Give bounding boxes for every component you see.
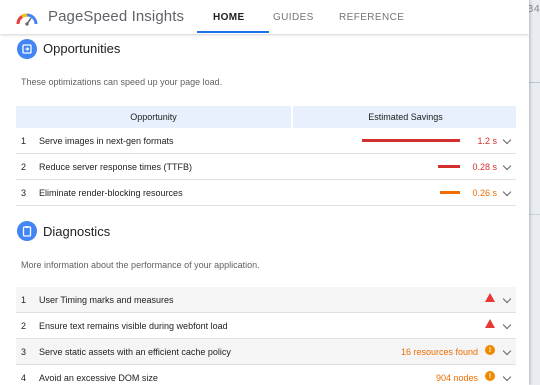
top-app-bar: PageSpeed Insights HOME GUIDES REFERENCE — [0, 0, 529, 34]
app-title: PageSpeed Insights — [48, 8, 185, 25]
savings-value: 1.2 s — [477, 136, 497, 146]
row-index: 1 — [21, 295, 27, 305]
savings-bar — [362, 139, 460, 142]
diagnostics-description: More information about the performance o… — [21, 260, 260, 270]
chevron-down-icon[interactable] — [502, 187, 512, 197]
info-circle-icon: ! — [485, 345, 495, 355]
opportunities-description: These optimizations can speed up your pa… — [21, 77, 223, 87]
diagnostic-label: User Timing marks and measures — [39, 295, 174, 305]
row-index: 1 — [21, 136, 27, 146]
info-circle-icon: ! — [485, 371, 495, 381]
diagnostic-row[interactable]: 3 Serve static assets with an efficient … — [16, 339, 516, 365]
warning-triangle-icon — [485, 319, 495, 328]
opportunity-label: Reduce server response times (TTFB) — [39, 162, 193, 172]
chevron-down-icon[interactable] — [502, 372, 512, 382]
active-tab-indicator — [197, 31, 269, 33]
diagnostic-label: Ensure text remains visible during webfo… — [39, 321, 228, 331]
warning-triangle-icon — [485, 293, 495, 302]
opportunity-row[interactable]: 3 Eliminate render-blocking resources 0.… — [16, 180, 516, 206]
row-index: 2 — [21, 162, 27, 172]
column-header-estimated-savings: Estimated Savings — [368, 112, 443, 122]
diagnostics-heading: Diagnostics — [43, 224, 111, 239]
diagnostic-label: Avoid an excessive DOM size — [39, 373, 158, 383]
opportunity-row[interactable]: 2 Reduce server response times (TTFB) 0.… — [16, 154, 516, 180]
savings-bar — [438, 165, 460, 168]
chevron-down-icon[interactable] — [502, 135, 512, 145]
report-content: Opportunities These optimizations can sp… — [0, 34, 529, 385]
diagnostic-label: Serve static assets with an efficient ca… — [39, 347, 231, 357]
opportunity-label: Eliminate render-blocking resources — [39, 188, 183, 198]
savings-bar — [440, 191, 460, 194]
savings-value: 0.26 s — [472, 188, 497, 198]
chevron-down-icon[interactable] — [502, 346, 512, 356]
diagnostic-row[interactable]: 4 Avoid an excessive DOM size 904 nodes … — [16, 365, 516, 385]
pagespeed-logo-icon — [16, 13, 38, 26]
row-index: 3 — [21, 188, 27, 198]
background-edge-text: 34 — [527, 4, 540, 15]
opportunities-table-header: Opportunity Estimated Savings — [16, 106, 516, 128]
opportunities-heading: Opportunities — [43, 41, 121, 56]
diagnostic-detail: 16 resources found — [400, 347, 478, 357]
clipboard-icon — [17, 221, 37, 241]
tab-reference[interactable]: REFERENCE — [339, 12, 404, 23]
row-index: 4 — [21, 373, 27, 383]
savings-value: 0.28 s — [472, 162, 497, 172]
row-index: 3 — [21, 347, 27, 357]
diagnostic-row[interactable]: 1 User Timing marks and measures — [16, 287, 516, 313]
opportunity-label: Serve images in next-gen formats — [39, 136, 174, 146]
tab-home[interactable]: HOME — [213, 12, 245, 23]
opportunity-row[interactable]: 1 Serve images in next-gen formats 1.2 s — [16, 128, 516, 154]
chevron-down-icon[interactable] — [502, 320, 512, 330]
diagnostic-detail: 904 nodes — [435, 373, 478, 383]
speed-insights-icon — [17, 39, 37, 59]
chevron-down-icon[interactable] — [502, 161, 512, 171]
row-index: 2 — [21, 321, 27, 331]
diagnostic-row[interactable]: 2 Ensure text remains visible during web… — [16, 313, 516, 339]
chevron-down-icon[interactable] — [502, 294, 512, 304]
tab-guides[interactable]: GUIDES — [273, 12, 314, 23]
pagespeed-window: PageSpeed Insights HOME GUIDES REFERENCE… — [0, 0, 529, 385]
column-header-opportunity: Opportunity — [16, 106, 293, 128]
